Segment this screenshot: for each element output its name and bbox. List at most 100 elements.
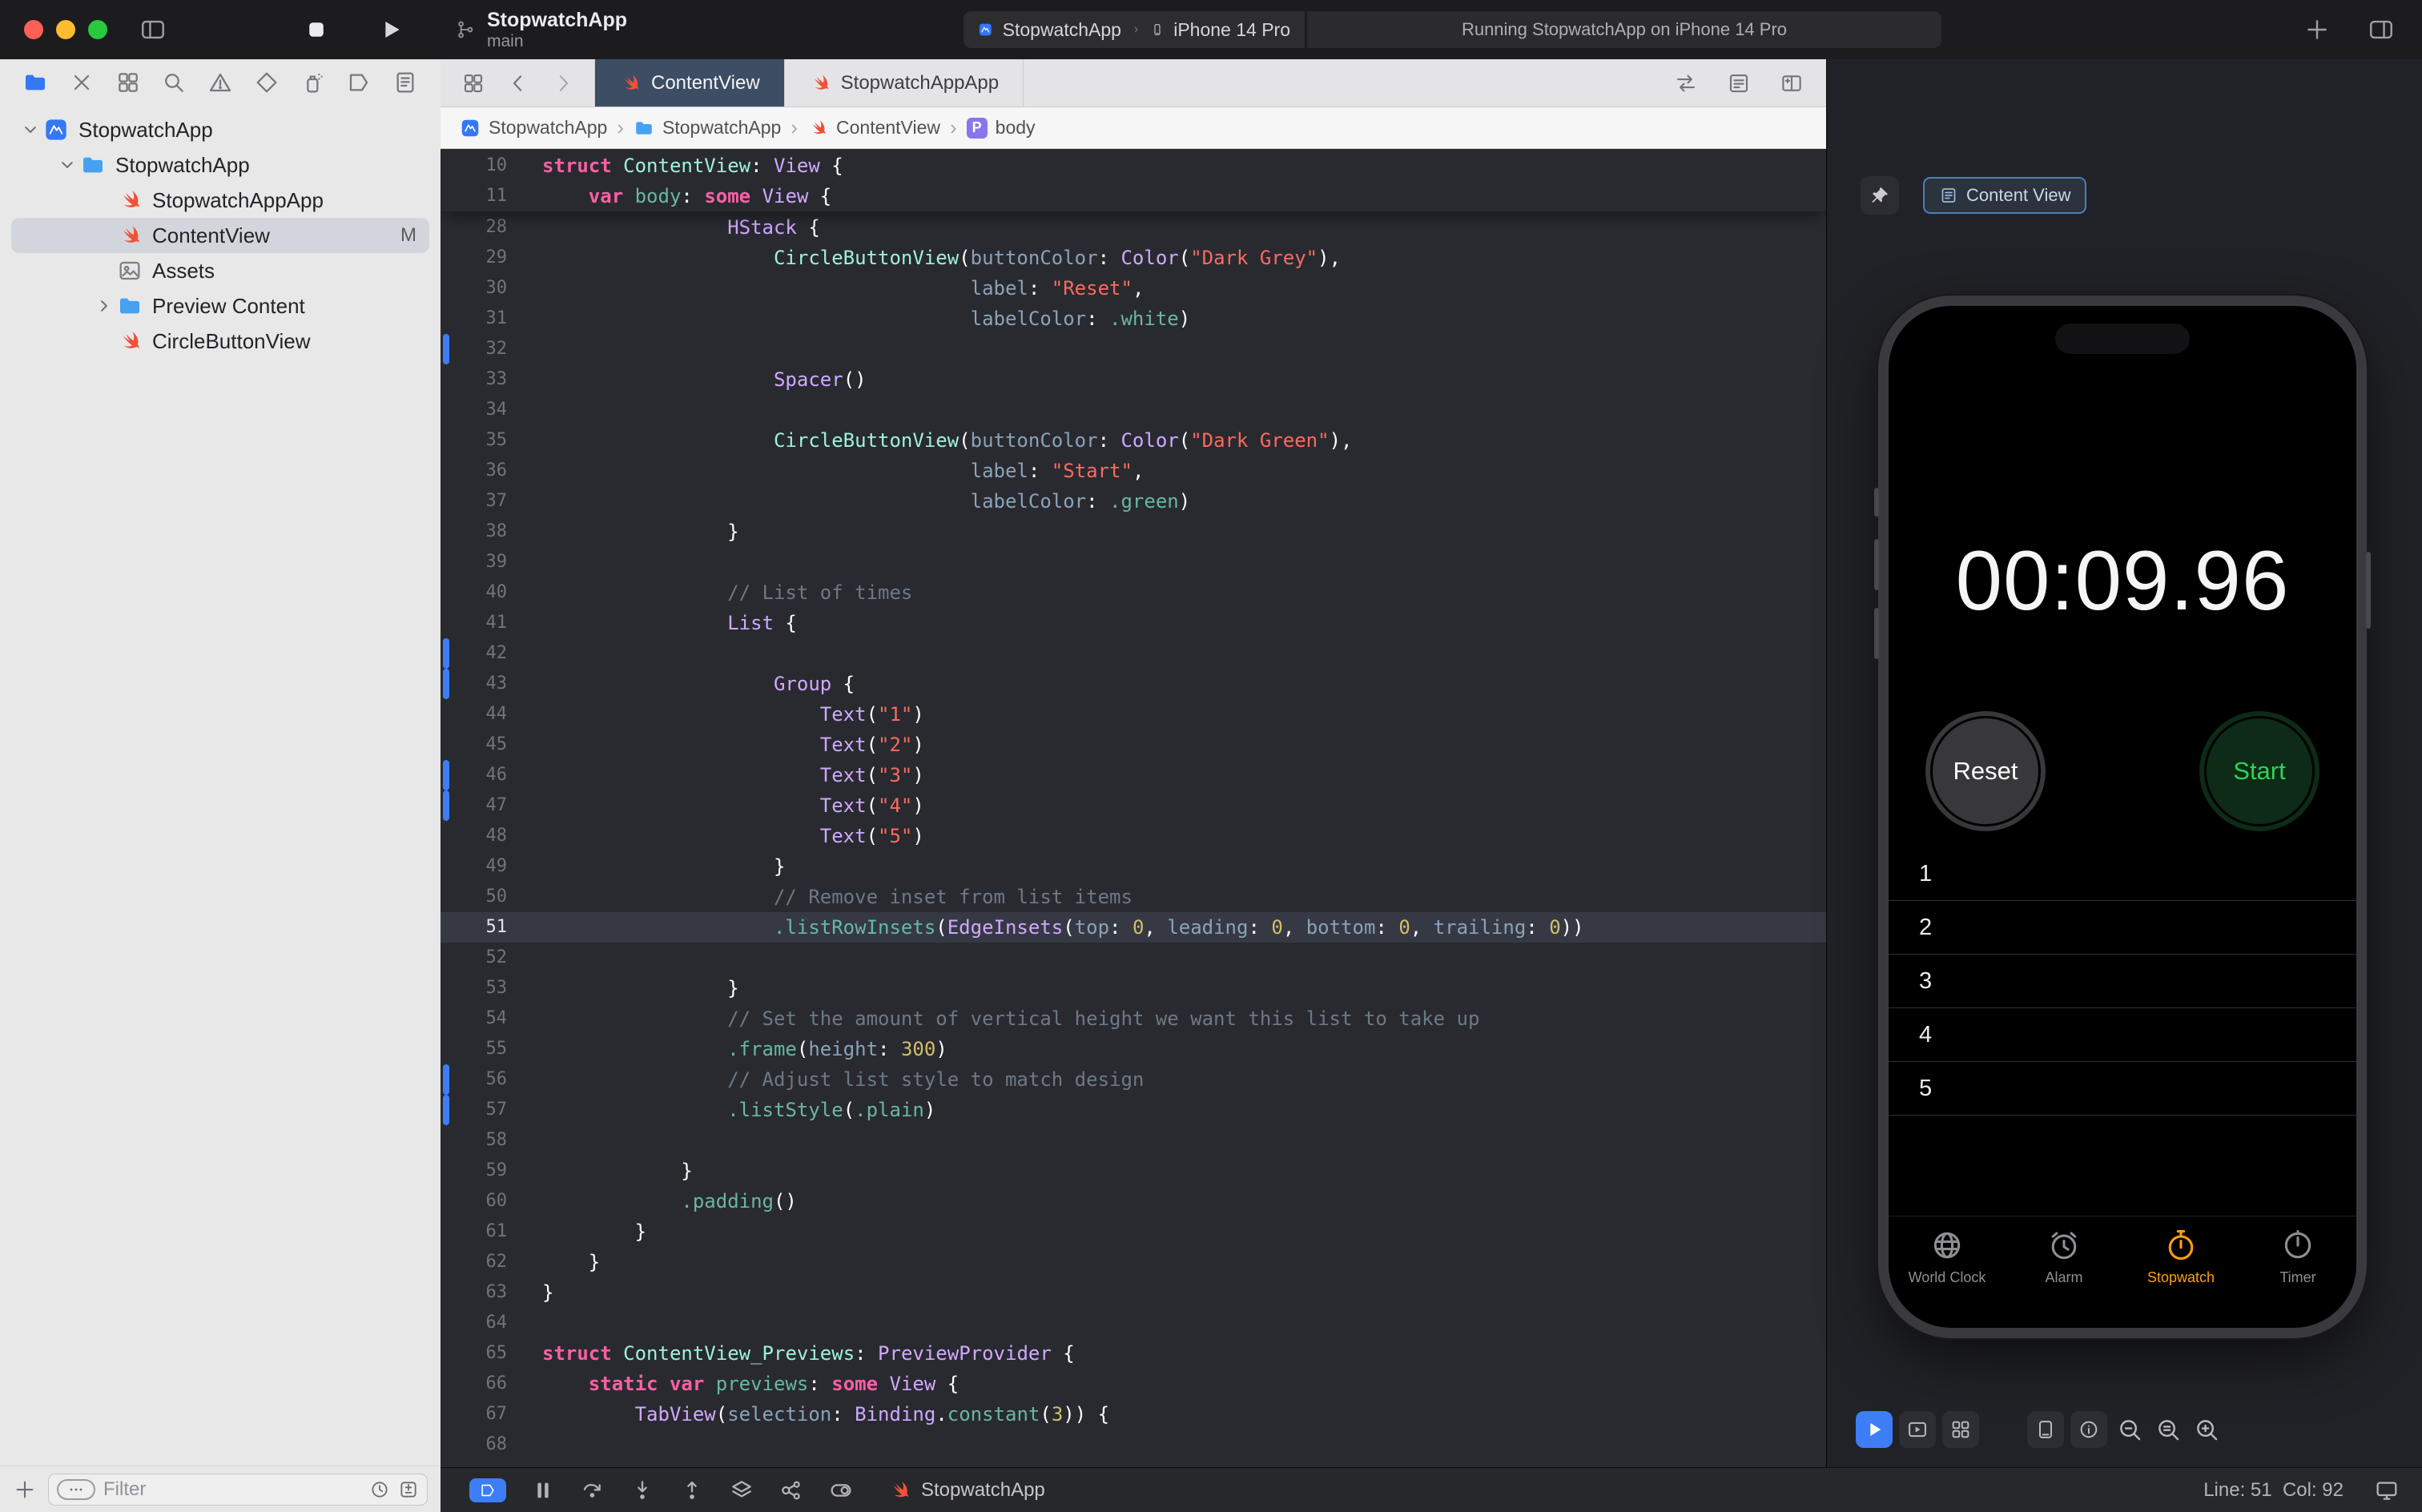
ios-tab-alarm[interactable]: Alarm bbox=[2006, 1228, 2122, 1328]
source-editor[interactable]: 10struct ContentView: View {11 var body:… bbox=[441, 149, 1826, 1467]
code-line-58[interactable]: 58 bbox=[441, 1125, 1826, 1156]
code-line-61[interactable]: 61 } bbox=[441, 1216, 1826, 1247]
add-editor-icon[interactable] bbox=[1780, 71, 1804, 95]
code-line-64[interactable]: 64 bbox=[441, 1308, 1826, 1338]
stop-button[interactable] bbox=[304, 18, 328, 42]
tree-item-stopwatchappapp[interactable]: StopwatchAppApp bbox=[11, 183, 429, 218]
disclosure-right-icon[interactable] bbox=[93, 295, 115, 317]
breadcrumb-stopwatchapp[interactable]: StopwatchApp bbox=[634, 117, 781, 139]
navigator-source-control-icon[interactable] bbox=[69, 70, 95, 95]
code-line-67[interactable]: 67 TabView(selection: Binding.constant(3… bbox=[441, 1399, 1826, 1430]
device-settings-button[interactable] bbox=[2027, 1411, 2064, 1448]
navigator-find-icon[interactable] bbox=[161, 70, 187, 95]
code-line-38[interactable]: 38 } bbox=[441, 517, 1826, 547]
breadcrumb-contentview[interactable]: ContentView bbox=[807, 117, 940, 139]
navigator-breakpoints-icon[interactable] bbox=[346, 70, 372, 95]
navigator-issues-icon[interactable] bbox=[207, 70, 233, 95]
code-line-49[interactable]: 49 } bbox=[441, 851, 1826, 882]
ios-tab-world-clock[interactable]: World Clock bbox=[1889, 1228, 2006, 1328]
related-items-icon[interactable] bbox=[461, 71, 485, 95]
ios-tab-timer[interactable]: Timer bbox=[2239, 1228, 2356, 1328]
disclosure-down-icon[interactable] bbox=[19, 119, 42, 141]
code-line-11[interactable]: 11 var body: some View { bbox=[441, 181, 1826, 211]
scheme-selector[interactable]: StopwatchApp iPhone 14 Pro bbox=[964, 11, 1305, 48]
add-file-button[interactable] bbox=[13, 1478, 37, 1502]
reset-button[interactable]: Reset bbox=[1925, 711, 2046, 831]
code-line-55[interactable]: 55 .frame(height: 300) bbox=[441, 1034, 1826, 1064]
tree-item-stopwatchapp[interactable]: StopwatchApp bbox=[11, 112, 429, 147]
navigator-reports-icon[interactable] bbox=[392, 70, 418, 95]
breadcrumb-stopwatchapp[interactable]: StopwatchApp bbox=[460, 117, 607, 139]
navigator-tests-icon[interactable] bbox=[254, 70, 280, 95]
code-line-42[interactable]: 42 bbox=[441, 638, 1826, 669]
code-line-66[interactable]: 66 static var previews: some View { bbox=[441, 1369, 1826, 1399]
variants-button[interactable] bbox=[1942, 1411, 1979, 1448]
breadcrumb-body[interactable]: Pbody bbox=[967, 117, 1036, 139]
code-line-45[interactable]: 45 Text("2") bbox=[441, 730, 1826, 760]
source-control-filter-icon[interactable] bbox=[398, 1479, 419, 1500]
minimize-window-button[interactable] bbox=[56, 20, 75, 39]
code-line-59[interactable]: 59 } bbox=[441, 1156, 1826, 1186]
pin-preview-button[interactable] bbox=[1861, 176, 1899, 215]
zoom-in-icon[interactable] bbox=[2191, 1413, 2223, 1446]
running-app[interactable]: StopwatchApp bbox=[887, 1478, 1045, 1502]
code-line-29[interactable]: 29 CircleButtonView(buttonColor: Color("… bbox=[441, 243, 1826, 273]
tree-item-stopwatchapp[interactable]: StopwatchApp bbox=[11, 147, 429, 183]
code-line-60[interactable]: 60 .padding() bbox=[441, 1186, 1826, 1216]
step-into-icon[interactable] bbox=[630, 1478, 655, 1503]
zoom-out-icon[interactable] bbox=[2114, 1413, 2146, 1446]
code-review-icon[interactable] bbox=[1674, 71, 1698, 95]
step-out-icon[interactable] bbox=[679, 1478, 705, 1503]
code-line-54[interactable]: 54 // Set the amount of vertical height … bbox=[441, 1003, 1826, 1034]
go-back-icon[interactable] bbox=[506, 71, 530, 95]
code-line-40[interactable]: 40 // List of times bbox=[441, 577, 1826, 608]
code-line-50[interactable]: 50 // Remove inset from list items bbox=[441, 882, 1826, 912]
breakpoints-toggle[interactable] bbox=[469, 1478, 506, 1502]
start-button[interactable]: Start bbox=[2199, 711, 2319, 831]
code-line-28[interactable]: 28 HStack { bbox=[441, 212, 1826, 243]
library-button[interactable] bbox=[2303, 16, 2331, 43]
pause-icon[interactable] bbox=[530, 1478, 556, 1503]
go-forward-icon[interactable] bbox=[551, 71, 575, 95]
code-line-35[interactable]: 35 CircleButtonView(buttonColor: Color("… bbox=[441, 425, 1826, 456]
view-hierarchy-icon[interactable] bbox=[729, 1478, 754, 1503]
preview-chip[interactable]: Content View bbox=[1923, 177, 2086, 214]
code-line-44[interactable]: 44 Text("1") bbox=[441, 699, 1826, 730]
code-line-39[interactable]: 39 bbox=[441, 547, 1826, 577]
editor-options-icon[interactable] bbox=[1727, 71, 1751, 95]
close-window-button[interactable] bbox=[24, 20, 43, 39]
display-icon[interactable] bbox=[2374, 1478, 2400, 1503]
code-line-31[interactable]: 31 labelColor: .white) bbox=[441, 304, 1826, 334]
code-line-30[interactable]: 30 label: "Reset", bbox=[441, 273, 1826, 304]
iphone-preview[interactable]: 00:09.96 Reset Start 12345 World ClockAl… bbox=[1878, 296, 2367, 1338]
code-line-46[interactable]: 46 Text("3") bbox=[441, 760, 1826, 790]
fullscreen-window-button[interactable] bbox=[88, 20, 107, 39]
tree-item-assets[interactable]: Assets bbox=[11, 253, 429, 288]
code-line-47[interactable]: 47 Text("4") bbox=[441, 790, 1826, 821]
code-line-10[interactable]: 10struct ContentView: View { bbox=[441, 151, 1826, 181]
filter-scope-toggle[interactable] bbox=[57, 1479, 95, 1500]
preview-info-button[interactable] bbox=[2070, 1411, 2107, 1448]
code-line-52[interactable]: 52 bbox=[441, 943, 1826, 973]
code-line-43[interactable]: 43 Group { bbox=[441, 669, 1826, 699]
navigator-project-icon[interactable] bbox=[22, 70, 48, 95]
code-line-37[interactable]: 37 labelColor: .green) bbox=[441, 486, 1826, 517]
disclosure-down-icon[interactable] bbox=[56, 154, 78, 176]
live-preview-button[interactable] bbox=[1856, 1411, 1893, 1448]
code-line-68[interactable]: 68 bbox=[441, 1430, 1826, 1460]
recent-files-filter-icon[interactable] bbox=[369, 1479, 390, 1500]
ios-tab-stopwatch[interactable]: Stopwatch bbox=[2122, 1228, 2239, 1328]
code-line-51[interactable]: 51 .listRowInsets(EdgeInsets(top: 0, lea… bbox=[441, 912, 1826, 943]
code-line-48[interactable]: 48 Text("5") bbox=[441, 821, 1826, 851]
code-line-53[interactable]: 53 } bbox=[441, 973, 1826, 1003]
code-line-33[interactable]: 33 Spacer() bbox=[441, 364, 1826, 395]
tab-ContentView[interactable]: ContentView bbox=[595, 59, 785, 107]
environment-overrides-icon[interactable] bbox=[828, 1478, 854, 1503]
tree-item-preview-content[interactable]: Preview Content bbox=[11, 288, 429, 324]
step-over-icon[interactable] bbox=[580, 1478, 606, 1503]
code-line-32[interactable]: 32 bbox=[441, 334, 1826, 364]
code-line-56[interactable]: 56 // Adjust list style to match design bbox=[441, 1064, 1826, 1095]
preview-on-device-button[interactable] bbox=[1899, 1411, 1936, 1448]
navigator-symbols-icon[interactable] bbox=[115, 70, 141, 95]
toggle-inspectors-icon[interactable] bbox=[2368, 16, 2395, 43]
